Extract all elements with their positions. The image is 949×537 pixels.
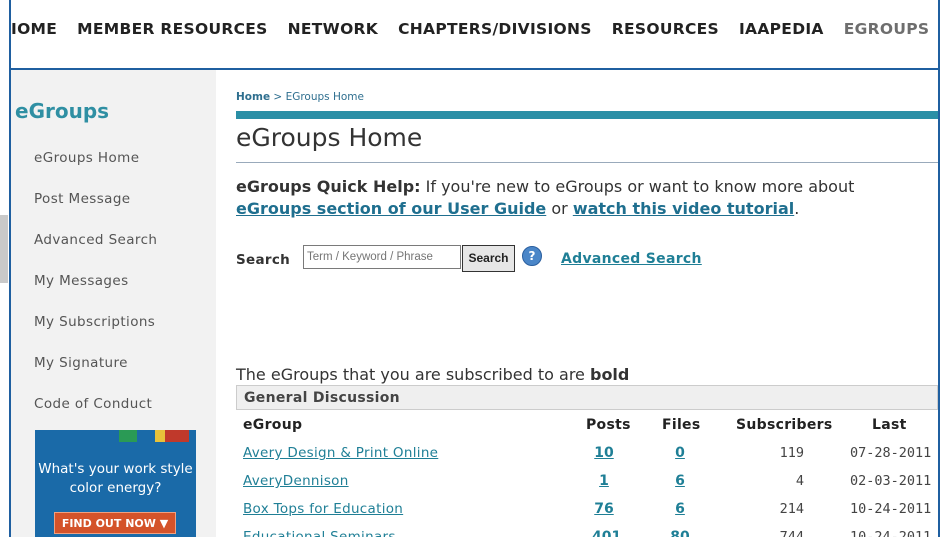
table-row: AveryDennison 1 6 4 02-03-2011 (236, 466, 938, 494)
subscribed-note: The eGroups that you are subscribed to a… (236, 365, 629, 384)
nav-home[interactable]: IOME (11, 20, 57, 38)
left-edge-shade (0, 215, 8, 283)
sidebar-item-code-of-conduct[interactable]: Code of Conduct (34, 396, 152, 412)
breadcrumb-current: EGroups Home (285, 91, 364, 103)
egroup-name-link[interactable]: Box Tops for Education (243, 501, 403, 517)
find-out-now-button[interactable]: FIND OUT NOW ▼ (54, 512, 176, 534)
main-content: Home > EGroups Home eGroups Home eGroups… (226, 70, 938, 537)
ad-color-stripes (119, 430, 189, 442)
search-label: Search (236, 252, 291, 268)
posts-count-link[interactable]: 76 (592, 501, 616, 517)
sidebar-item-my-messages[interactable]: My Messages (34, 273, 129, 289)
files-count-link[interactable]: 6 (668, 501, 692, 517)
table-header-row: eGroup Posts Files Subscribers Last (236, 410, 938, 438)
title-divider (236, 162, 938, 163)
nav-egroups[interactable]: EGROUPS (844, 20, 930, 38)
search-button[interactable]: Search (462, 245, 515, 272)
col-header-egroup: eGroup (243, 417, 303, 433)
nav-iaapedia[interactable]: IAAPEDIA (739, 20, 824, 38)
quick-help-lead: eGroups Quick Help: (236, 177, 421, 196)
nav-resources[interactable]: RESOURCES (612, 20, 719, 38)
nav-network[interactable]: NETWORK (288, 20, 378, 38)
color-energy-ad-banner[interactable]: What's your work style color energy? FIN… (35, 430, 196, 537)
col-header-last: Last (872, 417, 907, 433)
files-count-link[interactable]: 6 (668, 473, 692, 489)
breadcrumb-home-link[interactable]: Home (236, 91, 270, 103)
sidebar-item-egroups-home[interactable]: eGroups Home (34, 150, 139, 166)
advanced-search-link[interactable]: Advanced Search (561, 251, 702, 267)
posts-count-link[interactable]: 10 (592, 445, 616, 461)
nav-chapters-divisions[interactable]: CHAPTERS/DIVISIONS (398, 20, 592, 38)
sidebar-item-post-message[interactable]: Post Message (34, 191, 131, 207)
table-row: Box Tops for Education 76 6 214 10-24-2011 (236, 494, 938, 522)
user-guide-link[interactable]: eGroups section of our User Guide (236, 199, 546, 218)
sidebar: eGroups eGroups Home Post Message Advanc… (11, 70, 216, 537)
quick-help-end: . (794, 199, 800, 218)
sidebar-item-advanced-search[interactable]: Advanced Search (34, 232, 157, 248)
breadcrumb: Home > EGroups Home (236, 91, 364, 103)
sidebar-title: eGroups (15, 99, 110, 123)
quick-help-mid: or (546, 199, 573, 218)
subscribed-note-text: The eGroups that you are subscribed to a… (236, 365, 590, 384)
breadcrumb-separator: > (270, 91, 286, 103)
table-row: Educational Seminars 401 80 744 10-24-2011 (236, 522, 938, 537)
subscribers-count: 4 (795, 473, 804, 489)
content-frame-left (9, 0, 11, 537)
last-post-date: 10-24-2011 (850, 529, 932, 537)
ad-headline: What's your work style color energy? (38, 461, 193, 496)
egroup-name-link[interactable]: AveryDennison (243, 473, 349, 489)
subscribers-count: 214 (779, 501, 804, 517)
col-header-files: Files (662, 417, 701, 433)
quick-help-text: eGroups Quick Help: If you're new to eGr… (236, 176, 854, 220)
subscribers-count: 744 (779, 529, 804, 537)
search-input[interactable] (303, 245, 461, 269)
table-row: Avery Design & Print Online 10 0 119 07-28-2… (236, 438, 938, 466)
last-post-date: 07-28-2011 (850, 445, 932, 461)
right-gutter (940, 0, 949, 537)
title-accent-bar (236, 111, 938, 119)
egroup-name-link[interactable]: Avery Design & Print Online (243, 445, 438, 461)
video-tutorial-link[interactable]: watch this video tutorial (573, 199, 794, 218)
help-question-icon[interactable]: ? (522, 246, 542, 266)
col-header-posts: Posts (586, 417, 631, 433)
page-title: eGroups Home (236, 123, 423, 152)
col-header-subscribers: Subscribers (736, 417, 833, 433)
subscribers-count: 119 (779, 445, 804, 461)
nav-member-resources[interactable]: MEMBER RESOURCES (77, 20, 267, 38)
sidebar-item-my-signature[interactable]: My Signature (34, 355, 128, 371)
files-count-link[interactable]: 0 (668, 445, 692, 461)
posts-count-link[interactable]: 1 (592, 473, 616, 489)
sidebar-item-my-subscriptions[interactable]: My Subscriptions (34, 314, 155, 330)
last-post-date: 10-24-2011 (850, 501, 932, 517)
egroup-name-link[interactable]: Educational Seminars (243, 529, 396, 537)
content-frame-top (9, 68, 940, 70)
top-navigation: IOME MEMBER RESOURCES NETWORK CHAPTERS/D… (11, 0, 938, 58)
egroups-table: General Discussion eGroup Posts Files Su… (236, 385, 938, 537)
category-header: General Discussion (236, 385, 938, 410)
subscribed-note-emphasis: bold (589, 365, 630, 384)
files-count-link[interactable]: 80 (668, 529, 692, 537)
posts-count-link[interactable]: 401 (592, 529, 621, 537)
quick-help-body: If you're new to eGroups or want to know… (420, 177, 855, 196)
last-post-date: 02-03-2011 (850, 473, 932, 489)
